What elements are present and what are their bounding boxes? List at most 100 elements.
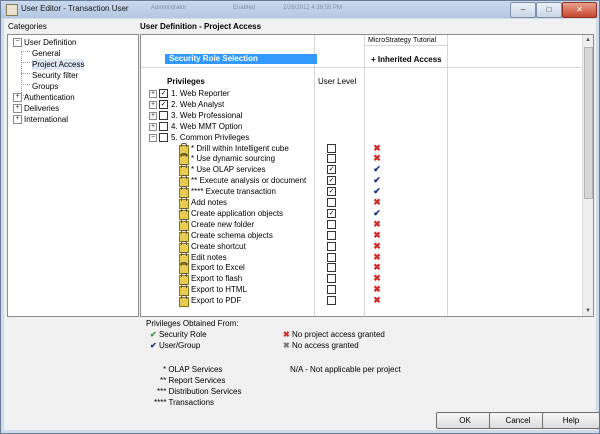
expand-icon[interactable]: + <box>149 90 157 98</box>
category-item[interactable]: − User Definition <box>13 37 76 48</box>
category-item-label: Groups <box>32 82 59 91</box>
legend-no-project-access-label: No project access granted <box>291 330 385 339</box>
title-bar[interactable]: User Editor - Transaction User Administr… <box>1 1 599 18</box>
privilege-group-checkbox[interactable] <box>159 133 168 142</box>
minimize-button[interactable]: – <box>510 2 536 18</box>
category-item[interactable]: Groups <box>32 81 58 92</box>
security-role-selection[interactable]: Security Role Selection <box>165 54 317 64</box>
red-x-icon: ✖ <box>283 330 290 339</box>
expand-icon[interactable]: + <box>149 101 157 109</box>
privilege-row[interactable]: + ✓ 2. Web Analyst <box>141 99 581 110</box>
privilege-row[interactable]: Create application objects ✓ ✔ <box>141 208 581 220</box>
privilege-row[interactable]: + ✓ 1. Web Reporter <box>141 88 581 99</box>
tree-line <box>21 73 30 74</box>
categories-tree[interactable]: − User Definition General Project Access Sec… <box>7 34 139 317</box>
user-level-checkbox[interactable]: ✓ <box>327 187 336 196</box>
no-access-icon: ✖ <box>373 241 381 251</box>
privilege-row[interactable]: Create shortcut ✖ <box>141 241 581 253</box>
category-item[interactable]: + International <box>13 114 68 125</box>
categories-header: Categories <box>8 22 47 31</box>
scroll-down-icon[interactable]: ▼ <box>583 306 593 316</box>
privilege-row[interactable]: Create new folder ✖ <box>141 219 581 231</box>
ok-button[interactable]: OK <box>436 412 494 429</box>
user-level-checkbox[interactable] <box>327 220 336 229</box>
privilege-label: Export to HTML <box>191 285 248 294</box>
privilege-row[interactable]: Export to flash ✖ <box>141 273 581 285</box>
scroll-thumb[interactable] <box>584 47 593 199</box>
cancel-button[interactable]: Cancel <box>489 412 547 429</box>
granted-check-icon: ✔ <box>373 175 381 185</box>
granted-check-icon: ✔ <box>373 164 381 174</box>
user-level-checkbox[interactable]: ✓ <box>327 176 336 185</box>
row-divider <box>141 67 581 68</box>
user-level-checkbox[interactable] <box>327 296 336 305</box>
category-item-label: General <box>32 49 61 58</box>
privilege-row[interactable]: ** Execute analysis or document ✓ ✔ <box>141 175 581 187</box>
legend-no-access-label: No access granted <box>291 341 359 350</box>
expand-icon[interactable]: + <box>149 112 157 120</box>
category-item[interactable]: + Deliveries <box>13 103 59 114</box>
user-level-checkbox[interactable] <box>327 253 336 262</box>
privilege-label: * Use dynamic sourcing <box>191 154 276 163</box>
user-level-checkbox[interactable] <box>327 285 336 294</box>
privilege-group-label: 4. Web MMT Option <box>171 122 243 131</box>
category-item[interactable]: Project Access <box>32 59 85 70</box>
privilege-row[interactable]: * Use OLAP services ✓ ✔ <box>141 164 581 176</box>
expand-icon[interactable]: + <box>13 104 22 114</box>
privilege-row[interactable]: * Use dynamic sourcing ✖ <box>141 153 581 165</box>
user-level-checkbox[interactable]: ✓ <box>327 209 336 218</box>
privilege-label: Export to PDF <box>191 296 242 305</box>
button-bar: OK Cancel Help <box>4 408 600 430</box>
privilege-row[interactable]: Add notes ✖ <box>141 197 581 209</box>
user-level-checkbox[interactable] <box>327 154 336 163</box>
user-level-checkbox[interactable] <box>327 274 336 283</box>
user-level-checkbox[interactable] <box>327 263 336 272</box>
category-item[interactable]: + Authentication <box>13 92 75 103</box>
expand-icon[interactable]: + <box>13 115 22 125</box>
section-title: User Definition - Project Access <box>140 22 262 31</box>
scroll-up-icon[interactable]: ▲ <box>583 35 593 45</box>
dialog-client: Categories − User Definition General Projec… <box>4 19 600 430</box>
user-level-checkbox[interactable] <box>327 144 336 153</box>
user-level-checkbox[interactable] <box>327 198 336 207</box>
privilege-group-checkbox[interactable]: ✓ <box>159 89 168 98</box>
category-item[interactable]: Security filter <box>32 70 78 81</box>
legend-title: Privileges Obtained From: <box>146 319 239 328</box>
privilege-group-checkbox[interactable]: ✓ <box>159 100 168 109</box>
legend-transactions: **** Transactions <box>154 398 215 407</box>
category-item[interactable]: General <box>32 48 60 59</box>
user-level-checkbox[interactable] <box>327 242 336 251</box>
privileges-grid[interactable]: MicroStrategy Tutorial Security Role Sel… <box>140 34 594 317</box>
privilege-label: Export to Excel <box>191 263 245 272</box>
no-access-icon: ✖ <box>373 230 381 240</box>
expand-icon[interactable]: + <box>13 93 22 103</box>
user-level-header: User Level <box>318 77 357 86</box>
close-button[interactable]: ✕ <box>562 2 597 18</box>
privilege-group-checkbox[interactable] <box>159 111 168 120</box>
user-level-checkbox[interactable]: ✓ <box>327 165 336 174</box>
privilege-row[interactable]: +3. Web Professional <box>141 110 581 121</box>
privilege-row[interactable]: +4. Web MMT Option <box>141 121 581 132</box>
collapse-icon[interactable]: − <box>149 134 157 142</box>
privilege-row[interactable]: Export to PDF ✖ <box>141 295 581 307</box>
privilege-row[interactable]: Create schema objects ✖ <box>141 230 581 242</box>
privilege-row[interactable]: − 5. Common Privileges <box>141 132 581 143</box>
privilege-lock-icon <box>179 295 189 307</box>
project-column-header: MicroStrategy Tutorial <box>368 37 437 44</box>
app-icon <box>6 4 18 16</box>
privilege-group-checkbox[interactable] <box>159 122 168 131</box>
vertical-scrollbar[interactable]: ▲ ▼ <box>582 35 593 316</box>
no-access-icon: ✖ <box>373 143 381 153</box>
privilege-row[interactable]: **** Execute transaction ✓ ✔ <box>141 186 581 198</box>
help-button[interactable]: Help <box>542 412 600 429</box>
maximize-button[interactable]: □ <box>536 2 562 18</box>
expand-icon[interactable]: + <box>149 123 157 131</box>
inherited-access-toggle[interactable]: + Inherited Access <box>371 55 442 64</box>
privilege-row[interactable]: Export to HTML ✖ <box>141 284 581 296</box>
privilege-group-label: 1. Web Reporter <box>171 89 230 98</box>
collapse-icon[interactable]: − <box>13 38 22 48</box>
no-access-icon: ✖ <box>373 295 381 305</box>
privilege-row[interactable]: Export to Excel ✖ <box>141 262 581 274</box>
granted-check-icon: ✔ <box>373 186 381 196</box>
user-level-checkbox[interactable] <box>327 231 336 240</box>
